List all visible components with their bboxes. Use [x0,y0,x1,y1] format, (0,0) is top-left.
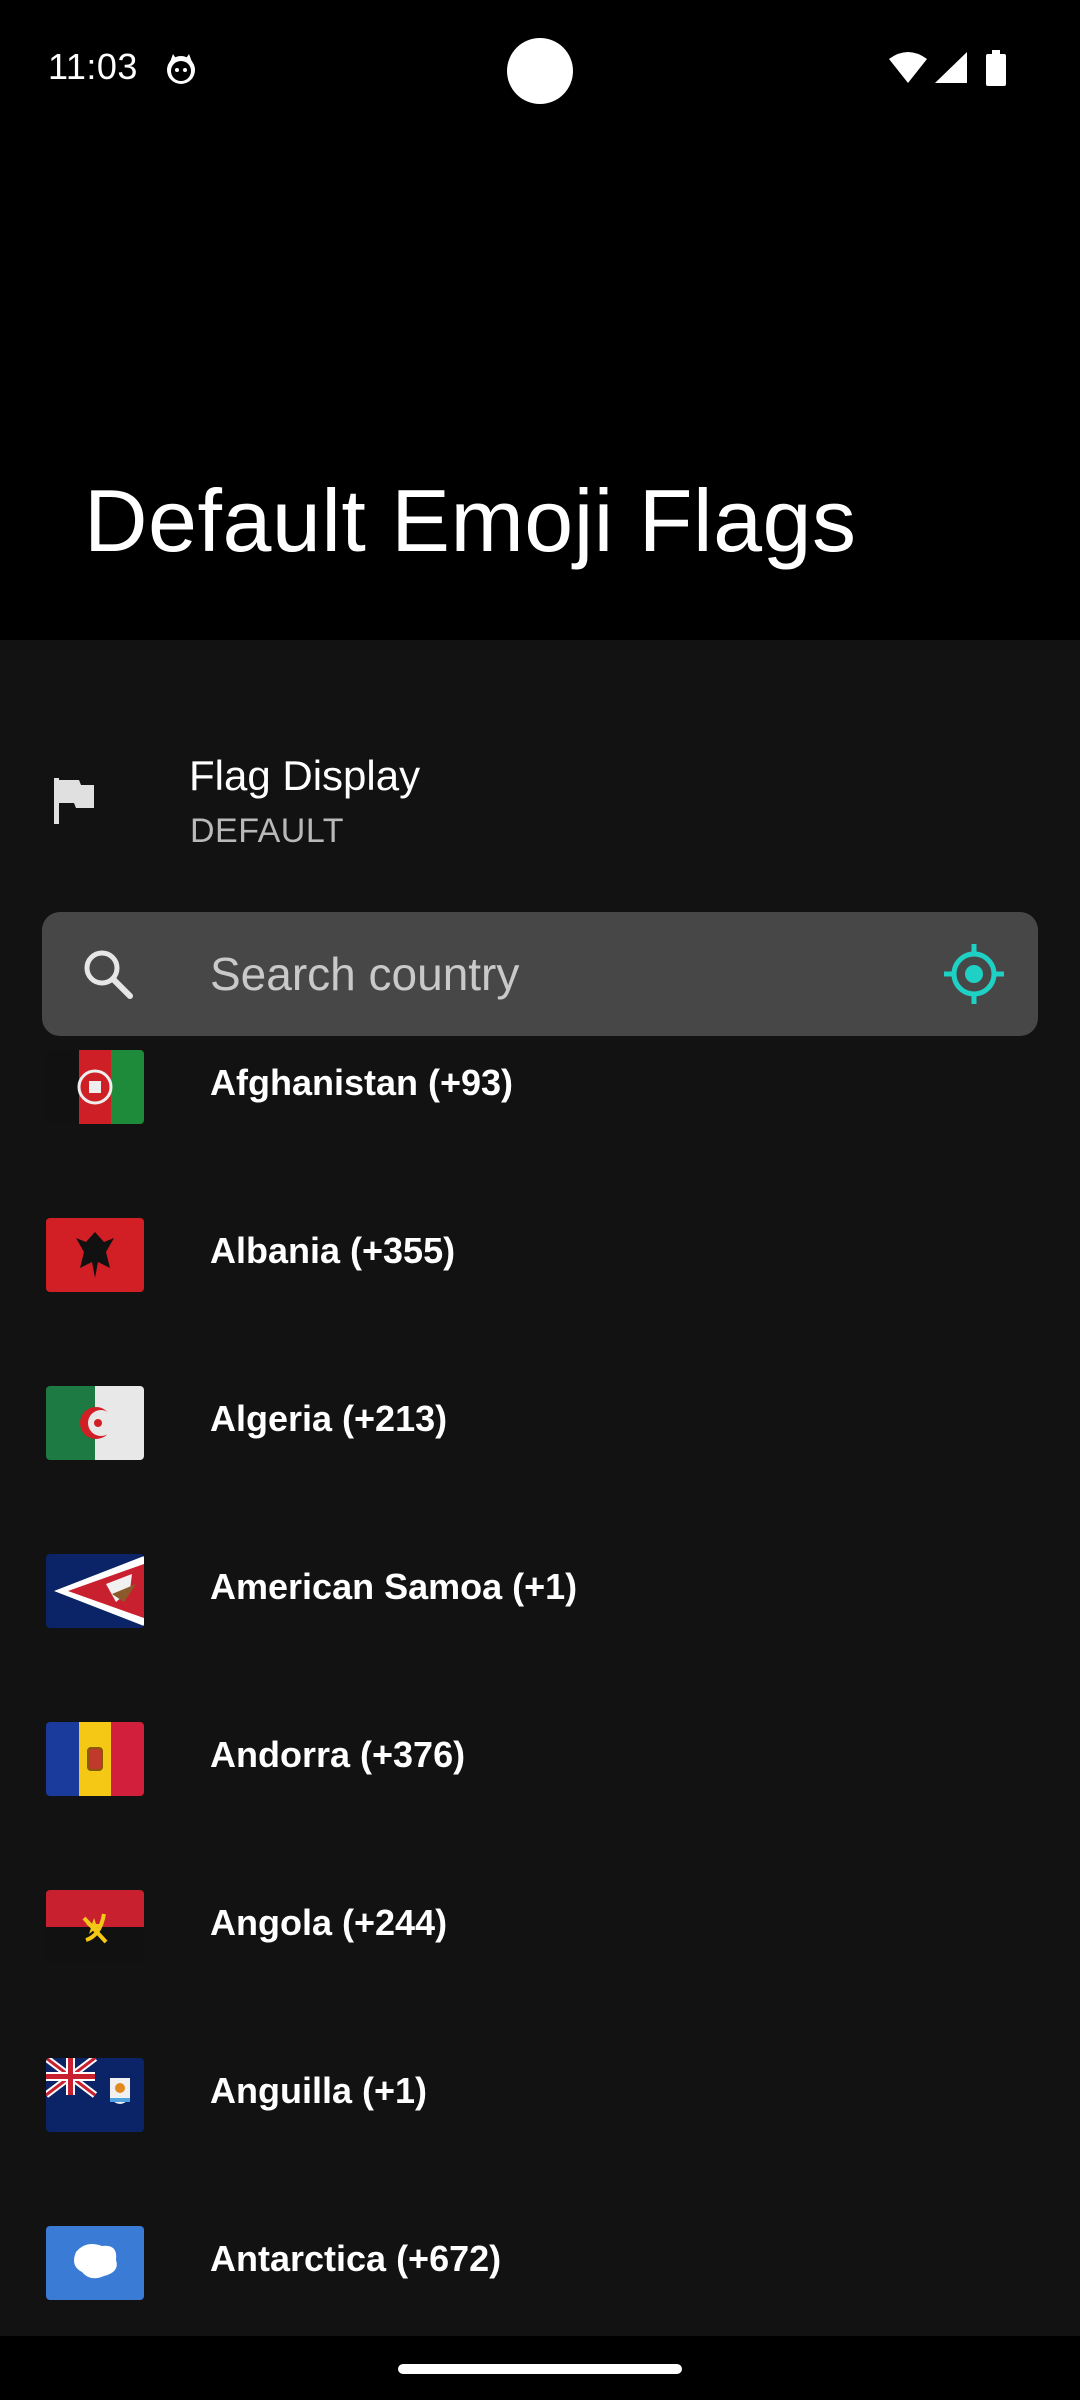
preference-summary: DEFAULT [190,812,345,850]
country-item-angola[interactable]: Angola (+244) [0,1880,1080,2048]
country-label: Anguilla (+1) [210,2070,428,2111]
content: Flag Display DEFAULT Search country Afgh… [0,640,1080,2336]
flag-display-preference[interactable]: Flag Display DEFAULT [0,740,1080,860]
country-label: Antarctica (+672) [210,2238,502,2279]
country-item-anguilla[interactable]: Anguilla (+1) [0,2048,1080,2216]
flag-icon [54,778,94,824]
country-label: Afghanistan (+93) [210,1062,514,1103]
search-icon [84,950,133,999]
anguilla-flag-icon [46,2058,144,2132]
wifi-icon [889,52,927,83]
search-bar[interactable] [42,912,1038,1036]
country-item-afghanistan[interactable]: Afghanistan (+93) [0,1040,1080,1208]
angola-flag-icon [46,1890,144,1964]
american-samoa-flag-icon [46,1554,144,1628]
antarctica-flag-icon [46,2226,144,2300]
battery-icon [986,50,1006,86]
country-label: Angola (+244) [210,1902,448,1943]
search-input[interactable] [210,934,930,1014]
country-list: Afghanistan (+93) Albania (+355) Algeria [0,1040,1080,2336]
country-item-algeria[interactable]: Algeria (+213) [0,1376,1080,1544]
cell-signal-icon [935,52,967,83]
navigation-bar [0,2336,1080,2400]
country-item-albania[interactable]: Albania (+355) [0,1208,1080,1376]
home-gesture-handle[interactable] [398,2364,682,2374]
country-label: American Samoa (+1) [210,1566,578,1607]
country-item-american-samoa[interactable]: American Samoa (+1) [0,1544,1080,1712]
algeria-flag-icon [46,1386,144,1460]
country-item-andorra[interactable]: Andorra (+376) [0,1712,1080,1880]
country-label: Albania (+355) [210,1230,456,1271]
status-time: 11:03 [48,46,138,87]
camera-cutout [507,38,573,104]
status-bar: 11:03 [0,0,1080,140]
albania-flag-icon [46,1218,144,1292]
page-title: Default Emoji Flags [84,471,857,570]
country-label: Algeria (+213) [210,1398,448,1439]
country-label: Andorra (+376) [210,1734,466,1775]
andorra-flag-icon [46,1722,144,1796]
cat-notification-icon [167,54,195,84]
afghanistan-flag-icon [46,1050,144,1124]
my-location-icon[interactable] [942,942,1006,1006]
preference-title: Flag Display [189,752,421,799]
app-header: Default Emoji Flags [0,140,1080,640]
screen: 11:03 Default Emoji Flags Flag Display D… [0,0,1080,2400]
country-item-antarctica[interactable]: Antarctica (+672) [0,2216,1080,2336]
